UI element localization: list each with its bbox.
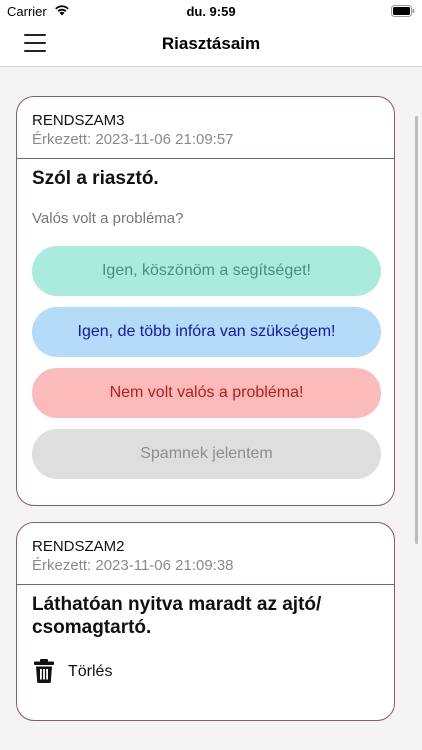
arrived-timestamp: Érkezett: 2023-11-06 21:09:57 — [32, 131, 234, 148]
false-alarm-button[interactable]: Nem volt valós a probléma! — [32, 368, 381, 418]
report-spam-button[interactable]: Spamnek jelentem — [32, 429, 381, 479]
alert-card-header: RENDSZAM2 Érkezett: 2023-11-06 21:09:38 — [17, 523, 394, 585]
alerts-list[interactable]: RENDSZAM3 Érkezett: 2023-11-06 21:09:57 … — [0, 67, 422, 750]
arrived-timestamp: Érkezett: 2023-11-06 21:09:38 — [32, 557, 234, 574]
status-bar: Carrier du. 9:59 — [0, 0, 422, 22]
navigation-bar: Riasztásaim — [0, 22, 422, 67]
alert-card-header: RENDSZAM3 Érkezett: 2023-11-06 21:09:57 — [17, 97, 394, 159]
battery-icon — [391, 5, 415, 17]
delete-button[interactable]: Törlés — [32, 659, 379, 687]
page-title: Riasztásaim — [161, 34, 261, 53]
alert-message: Szól a riasztó. — [32, 168, 159, 189]
trash-icon — [34, 659, 54, 683]
vertical-scrollbar[interactable] — [415, 116, 418, 544]
alert-card: RENDSZAM3 Érkezett: 2023-11-06 21:09:57 … — [16, 96, 395, 506]
alert-card-body: Láthatóan nyitva maradt az ajtó/ csomagt… — [17, 585, 394, 687]
alert-card: RENDSZAM2 Érkezett: 2023-11-06 21:09:38 … — [16, 522, 395, 721]
app-screen: Carrier du. 9:59 Riasztásaim RENDSZAM3 É… — [0, 0, 422, 750]
delete-label: Törlés — [68, 663, 113, 680]
alert-card-body: Szól a riasztó. Valós volt a probléma? I… — [17, 159, 394, 479]
status-time: du. 9:59 — [186, 4, 236, 19]
license-plate: RENDSZAM2 — [32, 538, 125, 555]
alert-question: Valós volt a probléma? — [32, 210, 184, 227]
confirm-thanks-button[interactable]: Igen, köszönöm a segítséget! — [32, 246, 381, 296]
license-plate: RENDSZAM3 — [32, 112, 125, 129]
alert-message: Láthatóan nyitva maradt az ajtó/ csomagt… — [32, 594, 322, 638]
request-more-info-button[interactable]: Igen, de több infóra van szükségem! — [32, 307, 381, 357]
